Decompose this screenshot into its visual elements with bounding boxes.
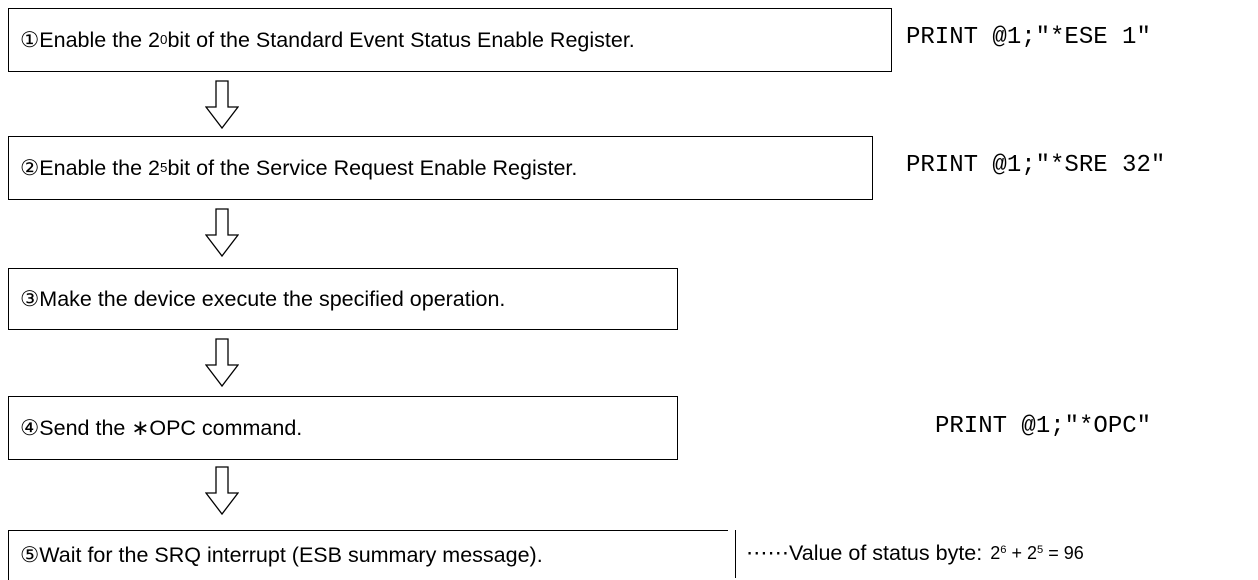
step-5-marker: ⑤ bbox=[20, 543, 40, 567]
step-3-text: Make the device execute the specified op… bbox=[39, 286, 506, 311]
status-byte-note: ⋯⋯ Value of status byte: 26 + 25 = 96 bbox=[746, 530, 1084, 576]
step-5-box: ⑤ Wait for the SRQ interrupt (ESB summar… bbox=[8, 530, 728, 580]
step-1-box: ① Enable the 20 bit of the Standard Even… bbox=[8, 8, 892, 72]
step-4-box: ④ Send the ∗OPC command. bbox=[8, 396, 678, 460]
step-3-box: ③ Make the device execute the specified … bbox=[8, 268, 678, 330]
step-4-text: Send the ∗OPC command. bbox=[39, 415, 303, 440]
step-2-command: PRINT @1;"*SRE 32" bbox=[906, 152, 1166, 179]
step-2-box: ② Enable the 25 bit of the Service Reque… bbox=[8, 136, 873, 200]
step-1-text-before: Enable the 2 bbox=[39, 27, 161, 52]
step-3-marker: ③ bbox=[20, 286, 40, 311]
step-1-text-after: bit of the Standard Event Status Enable … bbox=[167, 27, 635, 52]
step-2-marker: ② bbox=[20, 155, 40, 180]
status-note-label: Value of status byte: bbox=[789, 540, 983, 565]
step-4-command: PRINT @1;"*OPC" bbox=[935, 413, 1152, 440]
formula-base-1: 2 bbox=[990, 542, 1001, 563]
down-arrow-icon bbox=[205, 208, 239, 258]
down-arrow-icon bbox=[205, 338, 239, 388]
step-1-command: PRINT @1;"*ESE 1" bbox=[906, 24, 1151, 51]
status-note-dots: ⋯⋯ bbox=[746, 540, 789, 565]
formula-result: = 96 bbox=[1043, 542, 1084, 563]
step-2-text-after: bit of the Service Request Enable Regist… bbox=[167, 155, 578, 180]
formula-base-2: 2 bbox=[1026, 542, 1037, 563]
step-1-marker: ① bbox=[20, 27, 40, 52]
formula-plus: + bbox=[1006, 542, 1027, 563]
step-2-text-before: Enable the 2 bbox=[39, 155, 161, 180]
step-4-marker: ④ bbox=[20, 415, 40, 440]
step-5-text: Wait for the SRQ interrupt (ESB summary … bbox=[39, 543, 543, 567]
down-arrow-icon bbox=[205, 466, 239, 516]
down-arrow-icon bbox=[205, 80, 239, 130]
step-5-divider bbox=[735, 530, 736, 578]
status-note-formula: 26 + 25 = 96 bbox=[990, 543, 1084, 564]
